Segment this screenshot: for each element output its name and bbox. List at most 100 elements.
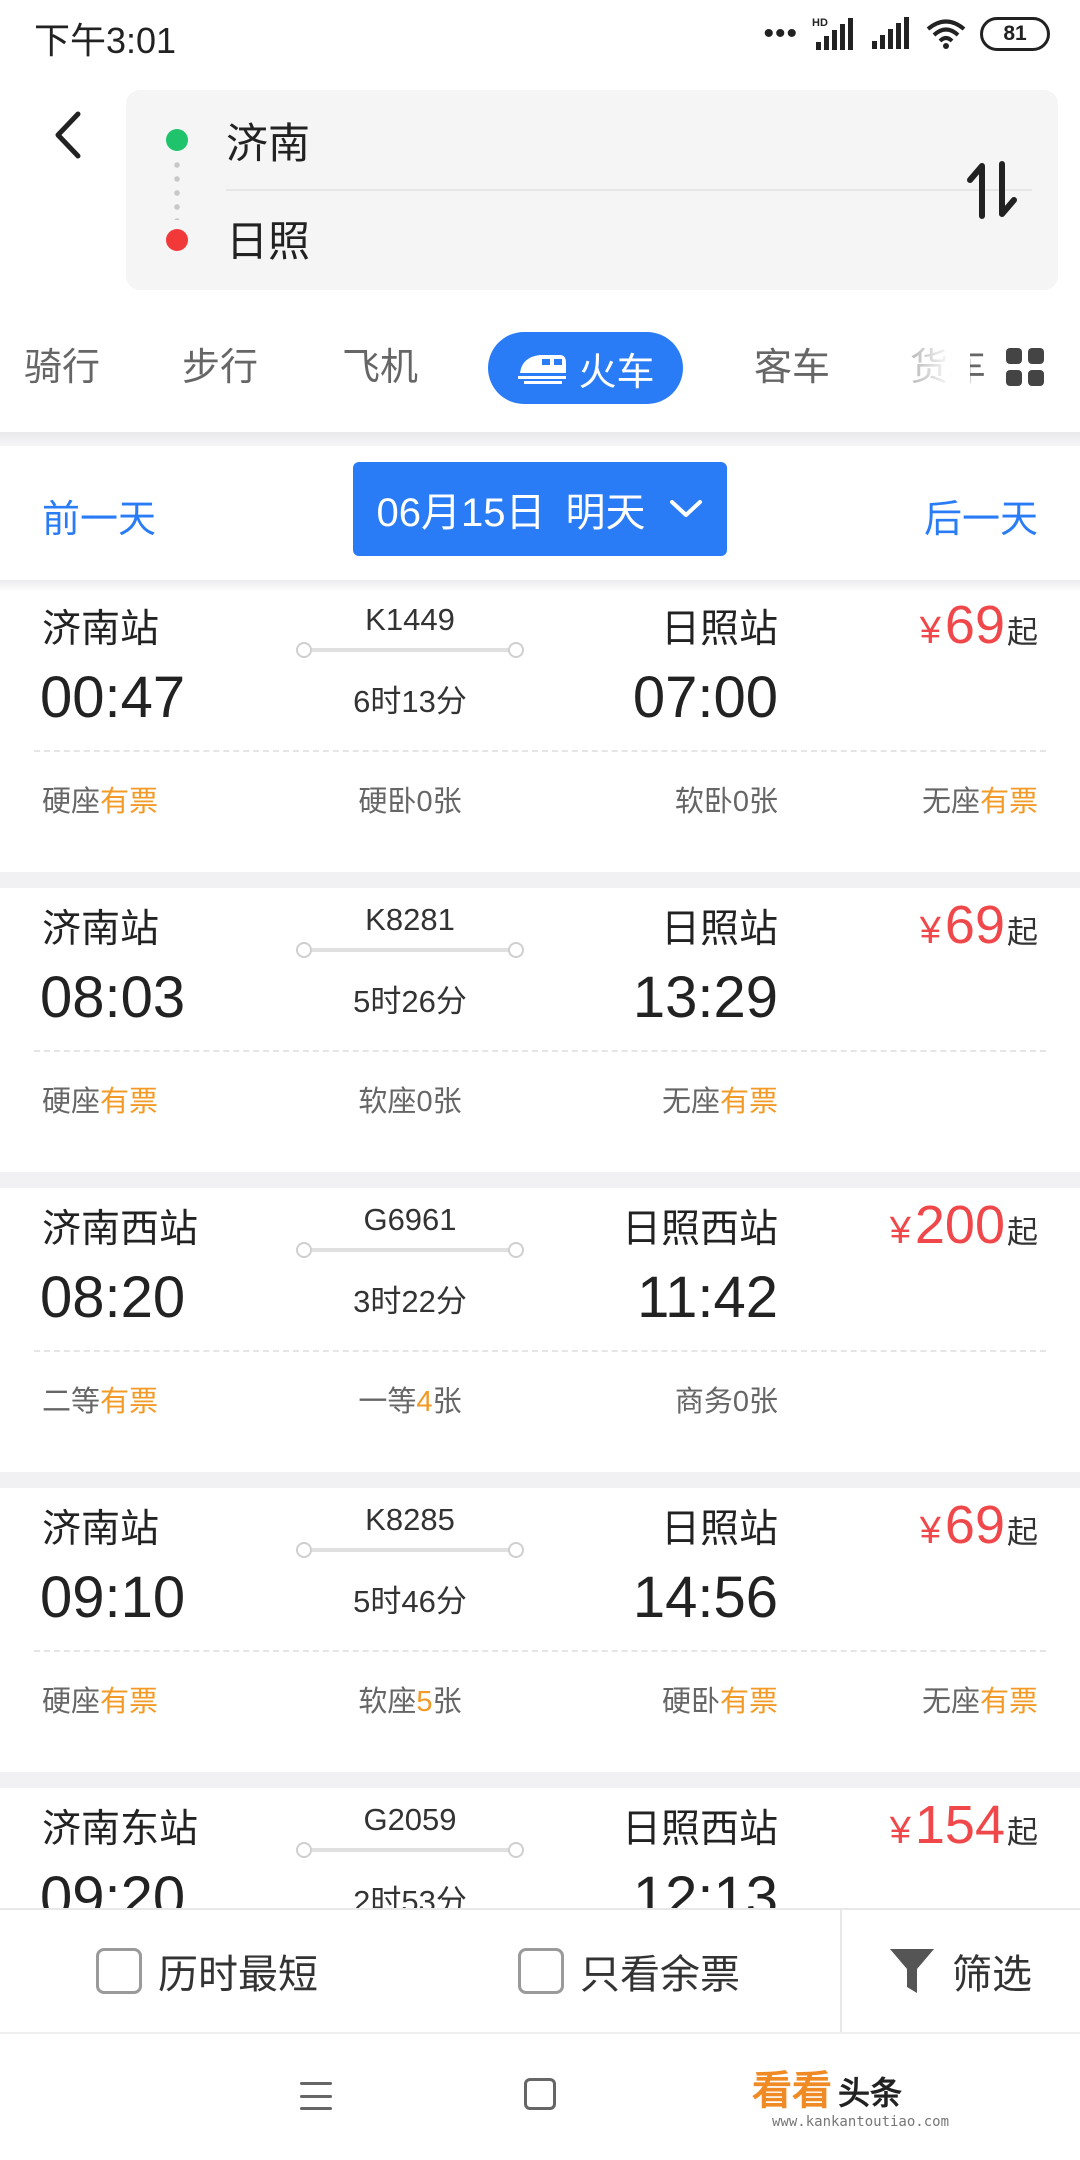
trip-line [296, 1242, 524, 1258]
card-divider [34, 1350, 1046, 1352]
train-number: G2059 [363, 1802, 457, 1837]
arrival-station: 日照西站 [621, 1808, 778, 1851]
seat-info: 硬座有票 [42, 1686, 159, 1718]
price: ¥ 69 起 [920, 1494, 1038, 1556]
price-suffix: 起 [1007, 1815, 1038, 1850]
price-amount: 69 [944, 895, 1005, 955]
train-icon [518, 355, 567, 384]
destination-input[interactable]: 日照 [226, 208, 310, 269]
prev-day-button[interactable]: 前一天 [42, 488, 156, 543]
seat-info: 二等有票 [42, 1386, 159, 1418]
seat-info: 一等4张 [358, 1386, 462, 1418]
tab-fade-overlay [860, 328, 970, 406]
tab-flight[interactable]: 飞机 [342, 336, 418, 391]
system-nav-bar: 看看 头条 www.kankantoutiao.com [0, 2032, 1080, 2160]
seat-info: 无座有票 [921, 786, 1038, 818]
route-dotted-line [174, 158, 180, 220]
price-amount: 200 [914, 1195, 1005, 1255]
filter-button[interactable]: 筛选 [888, 1942, 1032, 2000]
home-icon[interactable] [524, 2078, 556, 2110]
menu-icon[interactable] [300, 2082, 332, 2110]
departure-station: 济南站 [42, 608, 160, 651]
more-tabs-grid-icon[interactable] [1006, 348, 1044, 386]
price: ¥ 69 起 [920, 894, 1038, 956]
duration: 5时46分 [353, 1584, 467, 1619]
departure-station: 济南站 [42, 908, 160, 951]
arrival-station: 日照西站 [621, 1208, 778, 1251]
date-day-label: 明天 [565, 491, 646, 535]
seat-info: 硬座有票 [42, 1086, 159, 1118]
battery-icon: 81 [980, 17, 1050, 51]
watermark-logo: 看看 头条 www.kankantoutiao.com [752, 2058, 949, 2130]
tab-cycling[interactable]: 骑行 [24, 336, 100, 391]
seat-info: 软卧0张 [674, 786, 778, 818]
price-suffix: 起 [1007, 1215, 1038, 1250]
origin-dot [166, 129, 188, 151]
currency-symbol: ¥ [919, 910, 941, 952]
currency-symbol: ¥ [889, 1810, 911, 1852]
arrival-time: 12:13 [632, 1865, 778, 1910]
filter-separator [840, 1910, 842, 2034]
seat-info: 无座有票 [921, 1686, 1038, 1718]
filter-bar: 历时最短 只看余票 筛选 [0, 1908, 1080, 2034]
departure-time: 09:20 [40, 1865, 186, 1910]
watermark-main: 看看 [752, 2069, 832, 2113]
back-button[interactable] [38, 100, 98, 170]
seat-info: 软座0张 [358, 1086, 462, 1118]
date-value: 06月15日 [376, 491, 546, 535]
price-suffix: 起 [1007, 915, 1038, 950]
price: ¥ 154 起 [890, 1794, 1038, 1856]
remaining-tickets-toggle[interactable]: 只看余票 [518, 1942, 740, 2000]
trip-line [296, 1842, 524, 1858]
train-card[interactable]: 济南站 K8281 日照站 ¥ 69 起 08:03 5时26分 13:29 硬… [0, 888, 1080, 1172]
train-card[interactable]: 济南站 K1449 日照站 ¥ 69 起 00:47 6时13分 07:00 硬… [0, 592, 1080, 872]
tab-bus[interactable]: 客车 [754, 336, 830, 391]
date-bar-shadow [0, 580, 1080, 592]
arrival-time: 11:42 [637, 1265, 778, 1330]
card-divider [34, 1650, 1046, 1652]
duration: 2时53分 [353, 1884, 467, 1910]
duration: 3时22分 [353, 1284, 467, 1319]
price-amount: 154 [914, 1795, 1005, 1855]
seat-info: 硬座有票 [42, 786, 159, 818]
train-card[interactable]: 济南西站 G6961 日照西站 ¥ 200 起 08:20 3时22分 11:4… [0, 1188, 1080, 1472]
train-number: K8281 [365, 902, 455, 937]
status-bar: 下午3:01 ••• HD 81 [0, 0, 1080, 70]
train-card[interactable]: 济南站 K8285 日照站 ¥ 69 起 09:10 5时46分 14:56 硬… [0, 1488, 1080, 1772]
seat-info: 硬卧0张 [358, 786, 462, 818]
price-amount: 69 [944, 595, 1005, 655]
route-box: 济南 日照 [126, 90, 1058, 290]
filter-label: 筛选 [952, 1953, 1032, 1997]
arrival-time: 14:56 [632, 1565, 778, 1630]
duration: 5时26分 [353, 984, 467, 1019]
currency-symbol: ¥ [919, 610, 941, 652]
trip-line [296, 1542, 524, 1558]
date-selector[interactable]: 06月15日 明天 [353, 462, 727, 556]
train-card[interactable]: 济南东站 G2059 日照西站 ¥ 154 起 09:20 2时53分 12:1… [0, 1788, 1080, 1910]
swap-route-button[interactable] [962, 158, 1022, 222]
train-list: 济南站 K1449 日照站 ¥ 69 起 00:47 6时13分 07:00 硬… [0, 592, 1080, 1910]
arrival-station: 日照站 [660, 1508, 778, 1551]
seat-info: 无座有票 [661, 1086, 778, 1118]
funnel-icon [890, 1949, 934, 1993]
signal-icon [872, 17, 909, 49]
shortest-duration-toggle[interactable]: 历时最短 [96, 1942, 318, 2000]
svg-text:HD: HD [812, 17, 828, 29]
price-amount: 69 [944, 1495, 1005, 1555]
watermark-sub: 头条 [838, 2075, 903, 2111]
tab-walking[interactable]: 步行 [182, 336, 258, 391]
departure-time: 08:20 [40, 1265, 186, 1330]
tab-train[interactable]: 火车 [488, 332, 683, 404]
origin-input[interactable]: 济南 [226, 110, 310, 171]
status-icons: ••• HD 81 [763, 14, 1050, 54]
arrival-station: 日照站 [660, 908, 778, 951]
departure-station: 济南西站 [42, 1208, 199, 1251]
checkbox[interactable] [96, 1948, 142, 1994]
departure-station: 济南东站 [42, 1808, 199, 1851]
next-day-button[interactable]: 后一天 [924, 488, 1038, 543]
checkbox[interactable] [518, 1948, 564, 1994]
card-divider [34, 750, 1046, 752]
train-number: G6961 [363, 1202, 457, 1237]
notification-dots: ••• [763, 17, 798, 50]
currency-symbol: ¥ [919, 1510, 941, 1552]
